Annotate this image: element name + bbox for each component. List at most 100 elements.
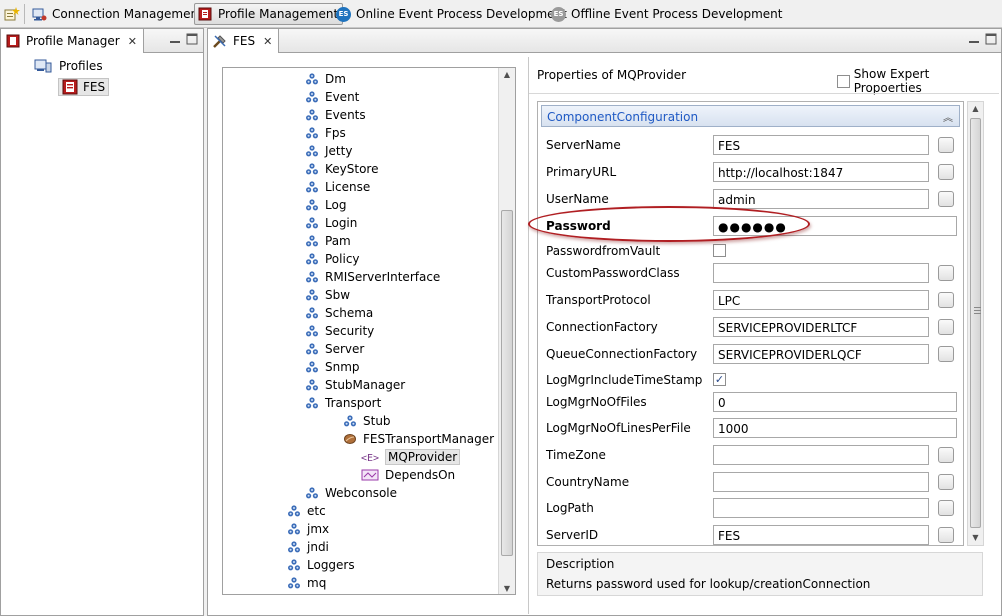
show-expert-toggle[interactable]: Show Expert Propoerties	[837, 67, 998, 95]
property-edit-button[interactable]	[938, 447, 954, 463]
property-edit-button[interactable]	[938, 500, 954, 516]
tree-item[interactable]: etc	[287, 502, 326, 520]
tree-item[interactable]: Schema	[305, 304, 373, 322]
show-expert-checkbox[interactable]	[837, 74, 850, 88]
tree-item[interactable]: StubManager	[305, 376, 405, 394]
property-value-field[interactable]: FES	[713, 135, 929, 155]
tree-item[interactable]: jmx	[287, 520, 329, 538]
tree-item[interactable]: Fps	[305, 124, 346, 142]
tree-item[interactable]: Pam	[305, 232, 351, 250]
property-row: CustomPasswordClass	[538, 259, 963, 286]
close-icon[interactable]: ✕	[263, 35, 272, 48]
tree-item[interactable]: Transport	[305, 394, 381, 412]
property-value-field[interactable]	[713, 472, 929, 492]
tree-label: Snmp	[325, 360, 360, 374]
tree-item[interactable]: Stub	[343, 412, 391, 430]
property-edit-button[interactable]	[938, 265, 954, 281]
tab-profile-manager[interactable]: Profile Manager ✕	[1, 29, 144, 53]
perspective-profile-management[interactable]: Profile Management	[194, 3, 344, 25]
minimize-icon[interactable]	[968, 33, 980, 45]
open-perspective-icon[interactable]	[4, 6, 20, 22]
property-row: LogMgrNoOfLinesPerFile 1000	[538, 414, 963, 441]
scroll-thumb[interactable]	[970, 118, 981, 528]
package-icon	[287, 540, 301, 554]
tree-item[interactable]: Policy	[305, 250, 360, 268]
property-value-field[interactable]	[713, 498, 929, 518]
perspective-bar: Connection Management Profile Management…	[0, 0, 1002, 28]
property-edit-button[interactable]	[938, 527, 954, 543]
property-value-field[interactable]: 0	[713, 392, 957, 412]
section-title: ComponentConfiguration	[547, 110, 699, 124]
close-icon[interactable]: ✕	[128, 35, 137, 48]
property-edit-button[interactable]	[938, 137, 954, 153]
maximize-icon[interactable]	[985, 33, 997, 45]
tree-item[interactable]: jndi	[287, 538, 329, 556]
property-value-field[interactable]	[713, 445, 929, 465]
properties-scrollbar[interactable]: ▲ ▼	[967, 101, 984, 546]
property-value-field[interactable]: LPC	[713, 290, 929, 310]
perspective-label: Connection Management	[52, 7, 203, 21]
tree-item[interactable]: Security	[305, 322, 374, 340]
scroll-up-icon[interactable]: ▲	[968, 102, 983, 116]
property-checkbox[interactable]	[713, 244, 726, 257]
tree-item[interactable]: Dm	[305, 70, 346, 88]
tree-item[interactable]: Login	[305, 214, 357, 232]
tree-item[interactable]: <E> MQProvider	[361, 448, 461, 466]
property-edit-button[interactable]	[938, 292, 954, 308]
collapse-icon[interactable]: ︽	[943, 109, 953, 124]
minimize-icon[interactable]	[169, 33, 181, 45]
tree-item[interactable]: mq	[287, 574, 326, 592]
tree-item[interactable]: Log	[305, 196, 346, 214]
maximize-icon[interactable]	[186, 33, 198, 45]
tree-item[interactable]: Snmp	[305, 358, 360, 376]
tree-item[interactable]: Server	[305, 340, 364, 358]
perspective-offline-event-process[interactable]: ES Offline Event Process Development	[548, 3, 788, 25]
tree-item[interactable]: DependsOn	[361, 466, 455, 484]
perspective-online-event-process[interactable]: ES Online Event Process Development	[333, 3, 572, 25]
property-checkbox[interactable]: ✓	[713, 373, 726, 386]
property-value-field[interactable]: http://localhost:1847	[713, 162, 929, 182]
tree-scrollbar[interactable]: ▲ ▼	[498, 68, 515, 594]
tree-item[interactable]: KeyStore	[305, 160, 378, 178]
properties-title: Properties of MQProvider	[537, 68, 687, 82]
scroll-down-icon[interactable]: ▼	[499, 582, 515, 594]
password-field[interactable]: ●●●●●●	[713, 216, 957, 236]
property-value-field[interactable]: 1000	[713, 418, 957, 438]
tree-item[interactable]: Webconsole	[305, 484, 397, 502]
package-icon	[305, 180, 319, 194]
tab-fes[interactable]: FES ✕	[208, 29, 280, 53]
bean-icon	[343, 432, 357, 446]
property-edit-button[interactable]	[938, 474, 954, 490]
tree-item[interactable]: Loggers	[287, 556, 355, 574]
property-label: LogMgrIncludeTimeStamp	[546, 373, 703, 387]
property-edit-button[interactable]	[938, 319, 954, 335]
perspective-connection-management[interactable]: Connection Management	[28, 3, 208, 25]
package-icon	[305, 216, 319, 230]
tree-item[interactable]: Event	[305, 88, 359, 106]
property-row: ServerID FES	[538, 521, 963, 545]
property-edit-button[interactable]	[938, 346, 954, 362]
tree-item[interactable]: RMIServerInterface	[305, 268, 440, 286]
property-value-field[interactable]: FES	[713, 525, 929, 545]
property-value-field[interactable]: SERVICEPROVIDERLTCF	[713, 317, 929, 337]
tree-item-fes[interactable]: FES	[58, 78, 110, 96]
scroll-thumb[interactable]	[501, 210, 513, 556]
tree-item[interactable]: Jetty	[305, 142, 352, 160]
es-online-icon: ES	[336, 6, 351, 22]
profiles-icon	[34, 59, 52, 73]
property-row: CountryName	[538, 468, 963, 495]
tree-item[interactable]: Sbw	[305, 286, 350, 304]
tree-item[interactable]: FESTransportManager	[343, 430, 494, 448]
tree-item[interactable]: Events	[305, 106, 366, 124]
tree-item[interactable]: License	[305, 178, 370, 196]
property-value-field[interactable]	[713, 263, 929, 283]
property-edit-button[interactable]	[938, 191, 954, 207]
tree-label: KeyStore	[325, 162, 379, 176]
section-header[interactable]: ComponentConfiguration ︽	[541, 105, 960, 127]
property-value-field[interactable]: SERVICEPROVIDERLQCF	[713, 344, 929, 364]
scroll-up-icon[interactable]: ▲	[499, 68, 515, 82]
scroll-down-icon[interactable]: ▼	[968, 531, 983, 545]
property-value-field[interactable]: admin	[713, 189, 929, 209]
tree-item-profiles[interactable]: Profiles	[34, 57, 103, 75]
property-edit-button[interactable]	[938, 164, 954, 180]
